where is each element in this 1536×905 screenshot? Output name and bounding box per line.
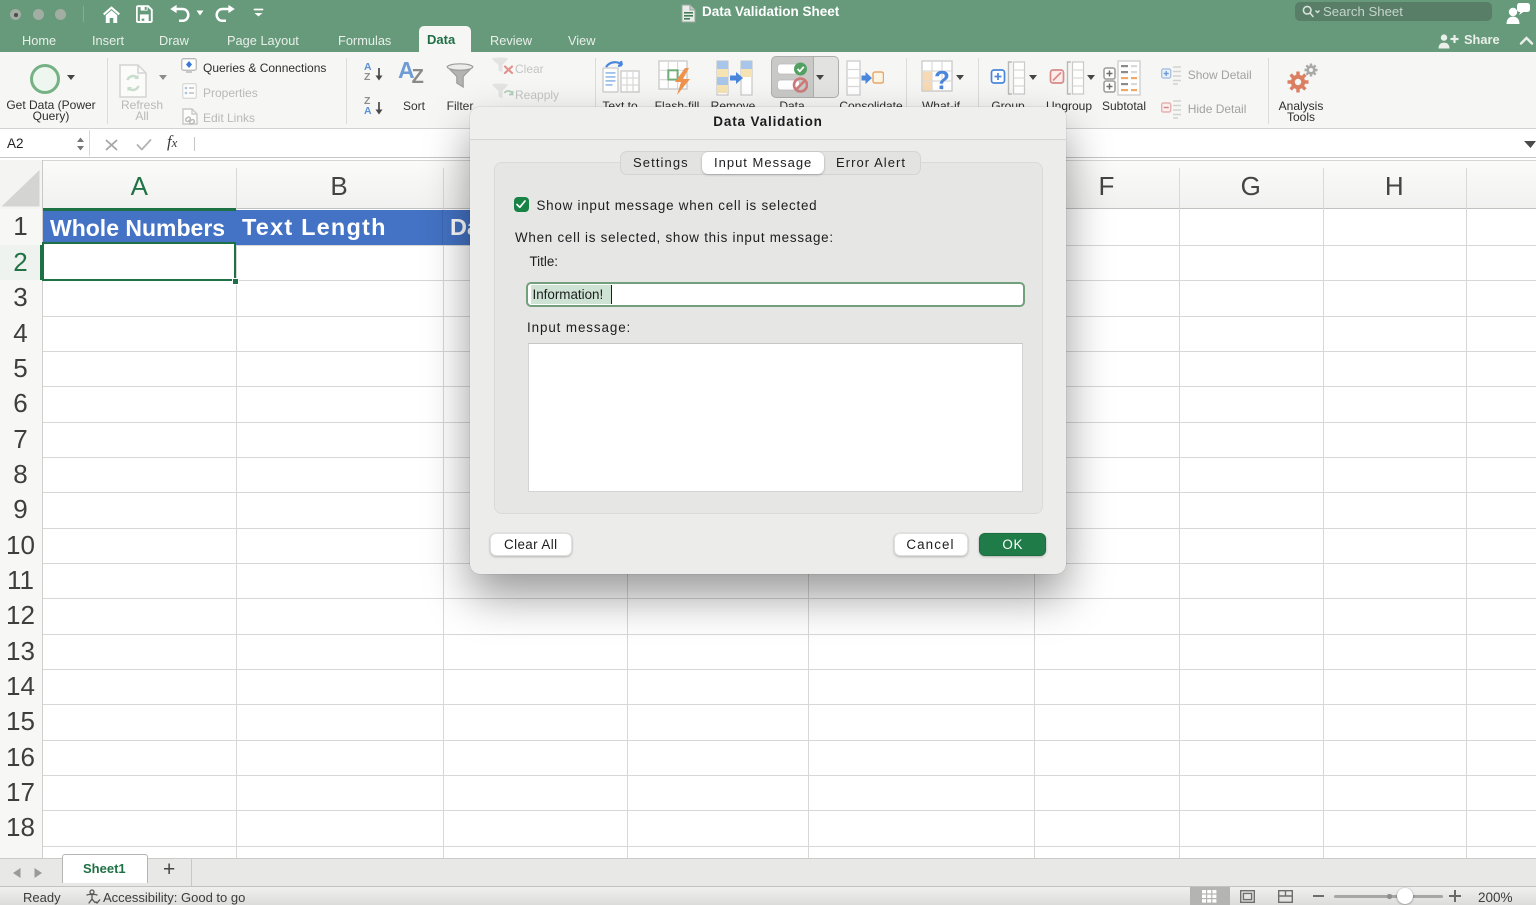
svg-text:?: ?: [934, 65, 950, 95]
